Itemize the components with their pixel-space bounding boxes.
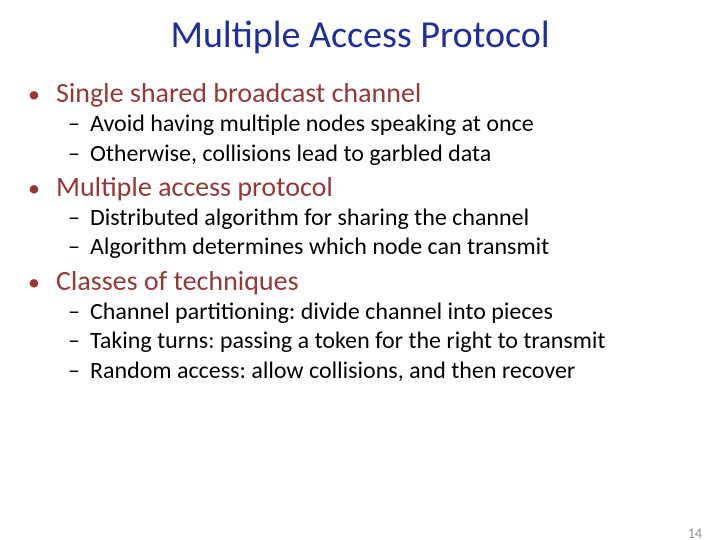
bullet-level1: • Multiple access protocol (28, 170, 710, 203)
subbullet-text: Avoid having multiple nodes speaking at … (90, 109, 534, 138)
bullet-level1: • Single shared broadcast channel (28, 76, 710, 109)
page-number: 14 (688, 525, 702, 540)
dash-icon: – (68, 232, 90, 261)
bullet-level2: – Algorithm determines which node can tr… (28, 232, 710, 261)
bullet-level2: – Avoid having multiple nodes speaking a… (28, 109, 710, 138)
bullet-level2: – Distributed algorithm for sharing the … (28, 203, 710, 232)
slide-body: • Single shared broadcast channel – Avoi… (0, 76, 720, 385)
subbullet-text: Channel partitioning: divide channel int… (90, 297, 553, 326)
subbullet-text: Distributed algorithm for sharing the ch… (90, 203, 529, 232)
bullet-text: Multiple access protocol (56, 170, 333, 203)
subbullet-text: Random access: allow collisions, and the… (90, 356, 575, 385)
slide-title: Multiple Access Protocol (0, 12, 720, 58)
bullet-group-2: • Classes of techniques – Channel partit… (28, 264, 710, 385)
dash-icon: – (68, 297, 90, 326)
slide: Multiple Access Protocol • Single shared… (0, 12, 720, 540)
dot-icon: • (28, 269, 56, 297)
bullet-group-0: • Single shared broadcast channel – Avoi… (28, 76, 710, 168)
dot-icon: • (28, 175, 56, 203)
bullet-level2: – Random access: allow collisions, and t… (28, 356, 710, 385)
bullet-level2: – Otherwise, collisions lead to garbled … (28, 139, 710, 168)
bullet-text: Classes of techniques (56, 264, 299, 297)
dash-icon: – (68, 203, 90, 232)
dot-icon: • (28, 81, 56, 109)
dash-icon: – (68, 326, 90, 355)
bullet-level1: • Classes of techniques (28, 264, 710, 297)
subbullet-text: Algorithm determines which node can tran… (90, 232, 549, 261)
dash-icon: – (68, 109, 90, 138)
subbullet-text: Otherwise, collisions lead to garbled da… (90, 139, 491, 168)
bullet-text: Single shared broadcast channel (56, 76, 421, 109)
bullet-level2: – Taking turns: passing a token for the … (28, 326, 710, 355)
bullet-group-1: • Multiple access protocol – Distributed… (28, 170, 710, 262)
bullet-level2: – Channel partitioning: divide channel i… (28, 297, 710, 326)
dash-icon: – (68, 356, 90, 385)
subbullet-text: Taking turns: passing a token for the ri… (90, 326, 605, 355)
dash-icon: – (68, 139, 90, 168)
